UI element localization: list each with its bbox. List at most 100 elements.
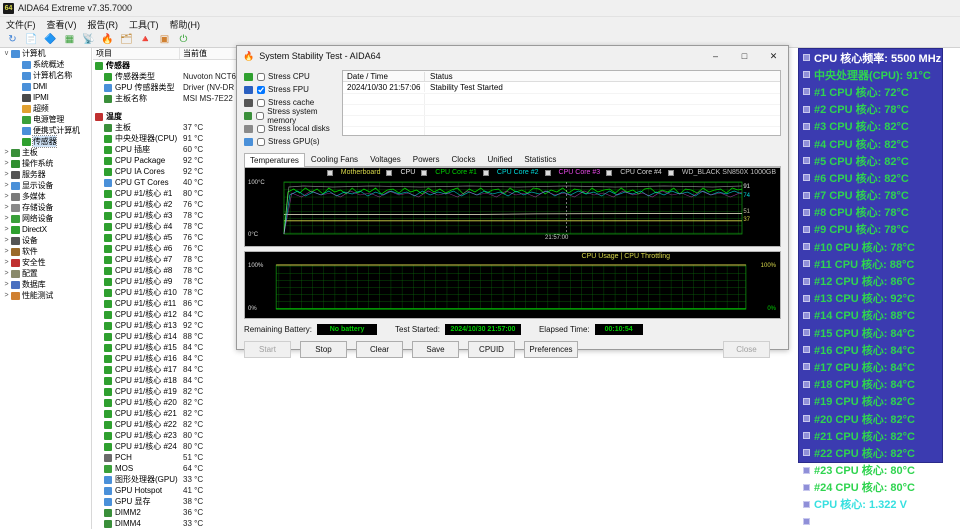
tab-cooling-fans[interactable]: Cooling Fans <box>305 152 364 166</box>
table-row[interactable]: CPU #1/核心 #3 78 °C <box>93 210 240 221</box>
cpuid-button[interactable]: CPUID <box>468 341 515 358</box>
tree-expander-icon[interactable]: > <box>2 193 11 200</box>
memory-icon[interactable]: ▦ <box>61 32 78 47</box>
sidebar-item-6[interactable]: 电源管理 <box>0 114 91 125</box>
table-row[interactable]: CPU #1/核心 #8 78 °C <box>93 265 240 276</box>
tree-expander-icon[interactable]: > <box>2 270 11 277</box>
tab-clocks[interactable]: Clocks <box>445 152 481 166</box>
sidebar-item-0[interactable]: v 计算机 <box>0 48 91 59</box>
sidebar-item-12[interactable]: > 显示设备 <box>0 180 91 191</box>
system-stability-test-dialog[interactable]: 🔥 System Stability Test - AIDA64 – □ ✕ S… <box>236 45 789 358</box>
stress-checkbox-4[interactable] <box>257 124 265 133</box>
table-row[interactable]: CPU IA Cores 92 °C <box>93 166 240 177</box>
tree-expander-icon[interactable]: > <box>2 237 11 244</box>
save-button[interactable]: Save <box>412 341 459 358</box>
clear-button[interactable]: Clear <box>356 341 403 358</box>
sidebar-item-16[interactable]: > DirectX <box>0 224 91 235</box>
stress-option-4[interactable]: Stress local disks <box>244 122 342 135</box>
table-row[interactable]: CPU GT Cores 40 °C <box>93 177 240 188</box>
stress-option-5[interactable]: Stress GPU(s) <box>244 135 342 148</box>
sidebar-item-7[interactable]: 便携式计算机 <box>0 125 91 136</box>
stress-option-3[interactable]: Stress system memory <box>244 107 342 125</box>
sidebar-item-3[interactable]: DMI <box>0 81 91 92</box>
table-row[interactable]: CPU #1/核心 #12 84 °C <box>93 309 240 320</box>
menu-item-2[interactable]: 报告(R) <box>88 18 119 31</box>
tree-expander-icon[interactable]: > <box>2 171 11 178</box>
tree-expander-icon[interactable]: > <box>2 292 11 299</box>
table-row[interactable]: 主板名称 MSI MS-7E22 <box>93 93 240 104</box>
sidebar-item-10[interactable]: > 操作系统 <box>0 158 91 169</box>
sidebar-item-2[interactable]: 计算机名称 <box>0 70 91 81</box>
table-row[interactable]: CPU #1/核心 #10 78 °C <box>93 287 240 298</box>
log-table[interactable]: Date / Time Status 2024/10/30 21:57:06 St… <box>342 70 781 136</box>
tree-expander-icon[interactable]: > <box>2 160 11 167</box>
stress-checkbox-2[interactable] <box>257 98 265 107</box>
table-row[interactable]: 中央处理器(CPU) 91 °C <box>93 133 240 144</box>
table-row[interactable]: CPU #1/核心 #14 88 °C <box>93 331 240 342</box>
table-row[interactable]: CPU #1/核心 #2 76 °C <box>93 199 240 210</box>
sidebar-item-1[interactable]: 系统概述 <box>0 59 91 70</box>
table-row[interactable]: CPU #1/核心 #6 76 °C <box>93 243 240 254</box>
stress-checkbox-0[interactable] <box>257 72 265 81</box>
table-row[interactable]: CPU #1/核心 #21 82 °C <box>93 408 240 419</box>
table-row[interactable]: GPU Hotspot 41 °C <box>93 485 240 496</box>
table-row[interactable]: CPU #1/核心 #11 86 °C <box>93 298 240 309</box>
stop-button[interactable]: Stop <box>300 341 347 358</box>
maximize-icon[interactable]: □ <box>730 46 759 66</box>
sidebar-item-19[interactable]: > 安全性 <box>0 257 91 268</box>
table-row[interactable]: DIMM4 33 °C <box>93 518 240 529</box>
benchmark-icon[interactable]: 🔺 <box>137 32 154 47</box>
tree-expander-icon[interactable]: > <box>2 226 11 233</box>
table-row[interactable]: 传感器 <box>93 60 240 71</box>
tab-temperatures[interactable]: Temperatures <box>244 153 305 167</box>
sidebar-item-22[interactable]: > 性能测试 <box>0 290 91 301</box>
sidebar-item-9[interactable]: > 主板 <box>0 147 91 158</box>
menu-item-4[interactable]: 帮助(H) <box>170 18 201 31</box>
table-row[interactable]: CPU #1/核心 #5 76 °C <box>93 232 240 243</box>
table-row[interactable]: CPU #1/核心 #20 82 °C <box>93 397 240 408</box>
table-row[interactable]: CPU #1/核心 #19 82 °C <box>93 386 240 397</box>
stress-checkbox-1[interactable] <box>257 85 265 94</box>
stress-options[interactable]: Stress CPU Stress FPU Stress cache Stress s… <box>244 70 342 148</box>
table-row[interactable]: CPU #1/核心 #1 80 °C <box>93 188 240 199</box>
stress-option-1[interactable]: Stress FPU <box>244 83 342 96</box>
table-row[interactable]: CPU 插座 60 °C <box>93 144 240 155</box>
table-row[interactable]: CPU #1/核心 #22 82 °C <box>93 419 240 430</box>
tree-expander-icon[interactable]: > <box>2 204 11 211</box>
tree-expander-icon[interactable]: > <box>2 259 11 266</box>
sidebar-item-21[interactable]: > 数据库 <box>0 279 91 290</box>
menu-item-1[interactable]: 查看(V) <box>47 18 77 31</box>
tree-expander-icon[interactable]: > <box>2 182 11 189</box>
tree-expander-icon[interactable]: > <box>2 149 11 156</box>
tab-powers[interactable]: Powers <box>407 152 446 166</box>
sensor-detail-list[interactable]: 项目 当前值 传感器 传感器类型 Nuvoton NCT6 GPU 传感器类型 Driv… <box>93 48 240 529</box>
osd-icon[interactable]: ▣ <box>156 32 173 47</box>
tab-statistics[interactable]: Statistics <box>518 152 562 166</box>
menu-item-3[interactable]: 工具(T) <box>129 18 159 31</box>
dialog-window-buttons[interactable]: – □ ✕ <box>701 46 788 66</box>
sidebar-item-13[interactable]: > 多媒体 <box>0 191 91 202</box>
sidebar-item-14[interactable]: > 存储设备 <box>0 202 91 213</box>
table-row[interactable]: CPU #1/核心 #23 80 °C <box>93 430 240 441</box>
table-row[interactable]: GPU 传感器类型 Driver (NV-DR <box>93 82 240 93</box>
log-row[interactable]: 2024/10/30 21:57:06 Stability Test Starte… <box>343 82 780 93</box>
sidebar-item-17[interactable]: > 设备 <box>0 235 91 246</box>
sidebar-item-20[interactable]: > 配置 <box>0 268 91 279</box>
table-row[interactable]: 传感器类型 Nuvoton NCT6 <box>93 71 240 82</box>
table-row[interactable]: CPU Package 92 °C <box>93 155 240 166</box>
menu-item-0[interactable]: 文件(F) <box>6 18 36 31</box>
table-row[interactable]: CPU #1/核心 #7 78 °C <box>93 254 240 265</box>
tab-voltages[interactable]: Voltages <box>364 152 407 166</box>
sidebar-tree[interactable]: v 计算机 系统概述 计算机名称 DMI IPMI 超频 电源管理 便携式计算机 传感器 > 主板 > 操… <box>0 48 92 529</box>
minimize-icon[interactable]: – <box>701 46 730 66</box>
table-row[interactable]: PCH 51 °C <box>93 452 240 463</box>
stress-checkbox-5[interactable] <box>257 137 265 146</box>
sidebar-item-18[interactable]: > 软件 <box>0 246 91 257</box>
tree-expander-icon[interactable]: v <box>2 50 11 57</box>
table-row[interactable]: CPU #1/核心 #9 78 °C <box>93 276 240 287</box>
sidebar-item-5[interactable]: 超频 <box>0 103 91 114</box>
table-row[interactable]: MOS 64 °C <box>93 463 240 474</box>
tab-unified[interactable]: Unified <box>481 152 518 166</box>
table-row[interactable]: CPU #1/核心 #15 84 °C <box>93 342 240 353</box>
tree-expander-icon[interactable]: > <box>2 281 11 288</box>
